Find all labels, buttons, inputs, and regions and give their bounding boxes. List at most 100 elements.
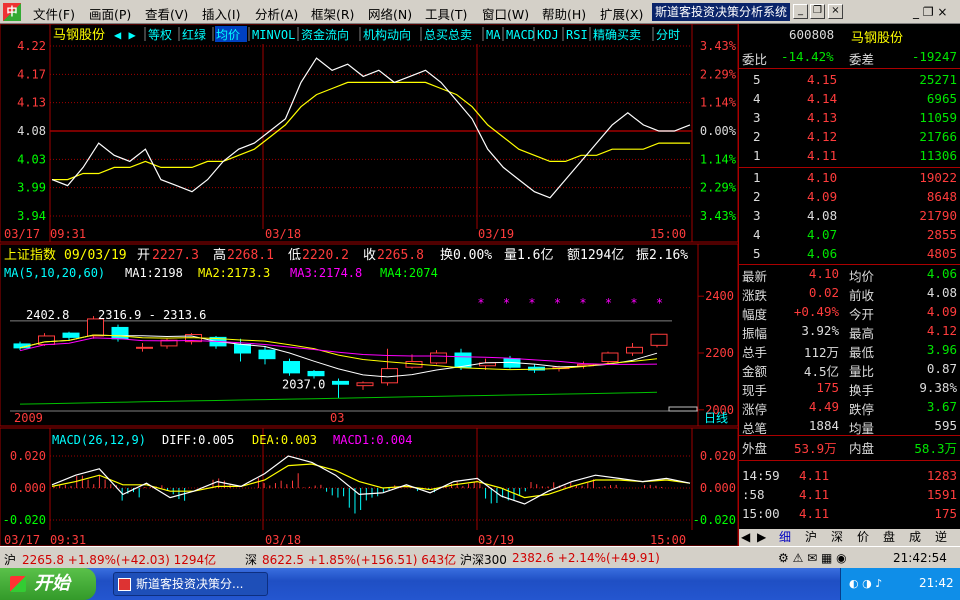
- chart-area: 马钢股份 ◀ ▶ 等权 红绿 均价 MINVOL 资金流向 机构动向 总买总卖 MA MACD KDJ…: [0, 23, 739, 547]
- sell-volume: 6965: [926, 91, 957, 106]
- menu-item-10[interactable]: 扩展(X): [600, 4, 643, 23]
- pct-tick: 2.29%: [700, 67, 737, 81]
- menu-item-2[interactable]: 查看(V): [145, 4, 188, 23]
- quote-tab-5[interactable]: 成: [909, 529, 921, 545]
- stat-row: 涨跌 0.02 前收 4.08: [739, 284, 960, 303]
- stat-label: 现手: [742, 383, 768, 398]
- menu-item-6[interactable]: 网络(N): [368, 4, 412, 23]
- macd-y-tick: -0.020: [3, 513, 46, 527]
- tray-icons[interactable]: ◐ ◑ ♪: [849, 577, 882, 590]
- buy-level: 5: [753, 246, 761, 261]
- window-title: 斯道客投资决策分析系统: [652, 3, 790, 21]
- pct-tick: 0.00%: [700, 124, 737, 138]
- intraday-tab[interactable]: 机构动向: [363, 27, 411, 42]
- macd-header: MACD(26,12,9): [52, 433, 146, 447]
- menu-item-3[interactable]: 插入(I): [202, 4, 240, 23]
- tray-tools-icon[interactable]: ⚙ ⚠ ✉ ▦ ◉: [778, 551, 847, 565]
- chart-svg: 马钢股份 ◀ ▶ 等权 红绿 均价 MINVOL 资金流向 机构动向 总买总卖 MA MACD KDJ…: [0, 23, 739, 547]
- intraday-tab[interactable]: MA: [486, 28, 501, 42]
- menu-item-5[interactable]: 框架(R): [311, 4, 354, 23]
- candle-body: [332, 380, 349, 385]
- inner-label: 内盘: [849, 441, 875, 456]
- candle-body: [258, 349, 276, 360]
- ma2-label: MA2:2173.3: [198, 266, 270, 280]
- menu-item-0[interactable]: 文件(F): [33, 4, 75, 23]
- stat-value: 112万: [803, 345, 839, 360]
- stat-value: 4.08: [926, 285, 957, 300]
- stat-value: 3.67: [926, 399, 957, 414]
- taskbar-item-app[interactable]: 斯道客投资决策分...: [113, 572, 268, 596]
- restore-icon[interactable]: ❐: [810, 4, 825, 19]
- stat-value: 4.09: [926, 304, 957, 319]
- candle-body: [283, 361, 300, 374]
- sell-level: 5: [753, 72, 761, 87]
- intraday-tab[interactable]: 总买总卖: [424, 28, 472, 42]
- buy-level: 4: [753, 227, 761, 242]
- macd-y-tick: 0.020: [10, 449, 46, 463]
- menu-item-9[interactable]: 帮助(H): [542, 4, 586, 23]
- intraday-tab[interactable]: MINVOL: [252, 28, 295, 42]
- price-tick: 4.17: [17, 67, 46, 81]
- quote-tab-0[interactable]: 细: [779, 529, 791, 545]
- quote-tab-2[interactable]: 深: [831, 529, 843, 545]
- intraday-tab[interactable]: 红绿: [182, 27, 206, 42]
- menu-item-8[interactable]: 窗口(W): [482, 4, 529, 23]
- macd-y-tick-r: 0.020: [700, 449, 736, 463]
- price-tick: 4.08: [17, 124, 46, 138]
- ma1-label: MA1:2198: [125, 266, 183, 280]
- quote-tab-3[interactable]: 价: [857, 529, 869, 545]
- menu-item-7[interactable]: 工具(T): [425, 4, 467, 23]
- buy-volume: 21790: [919, 208, 957, 223]
- candle-body: [650, 333, 668, 346]
- intraday-tab[interactable]: 分时: [656, 28, 680, 42]
- sz-label: 深: [245, 553, 258, 567]
- stat-value: 175: [816, 380, 839, 395]
- start-button[interactable]: 开始: [0, 568, 96, 600]
- price-tick: 4.03: [17, 152, 46, 166]
- tick-row: 14:59 4.11 1283: [739, 467, 960, 486]
- stat-label: 最高: [849, 326, 875, 341]
- inner-value: 58.3万: [914, 441, 957, 456]
- amplitude: 振2.16%: [636, 248, 688, 263]
- quote-tab-6[interactable]: 逆: [935, 529, 947, 545]
- tick-price: 4.11: [799, 468, 830, 483]
- intraday-tab[interactable]: KDJ: [537, 28, 559, 42]
- stat-row: 金额 4.5亿 量比 0.87: [739, 360, 960, 379]
- intraday-tab[interactable]: 均价: [216, 28, 240, 42]
- stat-row: 总手 112万 最低 3.96: [739, 341, 960, 360]
- pct-tick: 2.29%: [700, 181, 737, 195]
- intraday-time-label: 03/17: [4, 227, 40, 241]
- star-marker: *: [580, 296, 586, 310]
- quote-tab-1[interactable]: 沪: [805, 529, 817, 545]
- intraday-tab[interactable]: 资金流向: [301, 27, 349, 42]
- intraday-tab[interactable]: RSI: [566, 28, 588, 42]
- scroll-left-icon[interactable]: ◀: [741, 529, 750, 545]
- intraday-time-label: 03/19: [478, 227, 514, 241]
- child-window-controls[interactable]: _ ❐ ×: [913, 5, 947, 19]
- intraday-tab[interactable]: 精确买卖: [593, 28, 641, 42]
- menu-item-4[interactable]: 分析(A): [255, 4, 298, 23]
- scroll-right-icon[interactable]: ▶: [757, 529, 766, 545]
- stock-name: 马钢股份: [851, 31, 904, 46]
- sell-level: 2: [753, 129, 761, 144]
- buy-price: 4.07: [807, 227, 838, 242]
- stat-row: 总笔 1884 均量 595: [739, 417, 960, 436]
- minimize-icon[interactable]: _: [793, 4, 808, 19]
- intraday-tab[interactable]: MACD: [506, 28, 535, 42]
- weibi-value: -14.42%: [781, 49, 834, 64]
- kline-y-tick: 2200: [705, 346, 734, 360]
- intraday-tab[interactable]: 等权: [148, 28, 172, 42]
- buy-price: 4.09: [807, 189, 838, 204]
- menu-item-1[interactable]: 画面(P): [89, 4, 131, 23]
- weicha-value: -19247: [911, 49, 957, 64]
- tick-volume: 1283: [926, 468, 957, 483]
- close-icon[interactable]: ×: [828, 4, 843, 19]
- app-icon: [118, 578, 131, 591]
- stock-title: 马钢股份: [53, 28, 105, 43]
- outer-value: 53.9万: [794, 441, 837, 456]
- sz-index: 8622.5 +1.85%(+156.51) 643亿: [262, 553, 457, 567]
- tick-volume: 175: [934, 506, 957, 521]
- quote-tab-4[interactable]: 盘: [883, 529, 895, 545]
- stat-value: 3.96: [926, 342, 957, 357]
- sell-price: 4.13: [807, 110, 838, 125]
